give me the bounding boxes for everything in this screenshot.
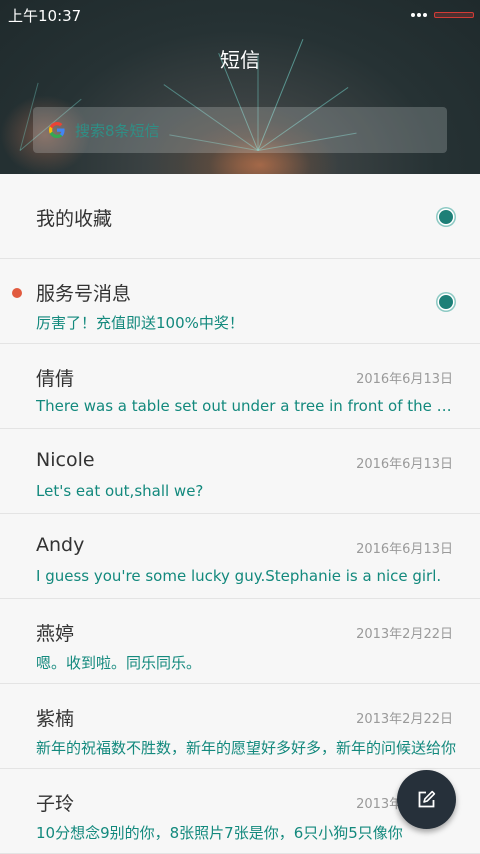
page-title: 短信 — [220, 48, 260, 72]
service-indicator-icon — [439, 295, 453, 309]
conversation-row[interactable]: 燕婷 2013年2月22日 嗯。收到啦。同乐同乐。 — [0, 599, 480, 684]
conversation-row[interactable]: 倩倩 2016年6月13日 There was a table set out … — [0, 344, 480, 429]
status-bar: 上午10:37 — [0, 0, 480, 30]
conversation-name: Nicole — [36, 449, 95, 471]
favorites-row[interactable]: 我的收藏 — [0, 174, 480, 259]
header: 上午10:37 短信 搜索8条短信 — [0, 0, 480, 174]
conversation-preview: 10分想念9别的你，8张照片7张是你，6只小狗5只像你 — [36, 824, 403, 842]
google-g-icon — [49, 122, 65, 138]
conversation-preview: 嗯。收到啦。同乐同乐。 — [36, 654, 202, 672]
favorites-indicator-icon — [439, 210, 453, 224]
conversation-preview: Let's eat out,shall we? — [36, 482, 204, 500]
unread-dot-icon — [12, 288, 22, 298]
compose-icon — [418, 790, 436, 808]
conversation-preview: 厉害了！充值即送100%中奖！ — [36, 314, 244, 332]
conversation-row[interactable]: 紫楠 2013年2月22日 新年的祝福数不胜数，新年的愿望好多好多，新年的问候送… — [0, 684, 480, 769]
conversation-name: 燕婷 — [36, 623, 75, 645]
conversation-date: 2013年2月22日 — [356, 712, 453, 727]
conversation-date: 2016年6月13日 — [356, 457, 453, 472]
conversation-name: 子玲 — [36, 793, 75, 815]
favorites-label: 我的收藏 — [36, 208, 113, 230]
conversation-name: 紫楠 — [36, 708, 75, 730]
conversation-name: 倩倩 — [36, 368, 75, 390]
search-placeholder: 搜索8条短信 — [75, 122, 160, 140]
conversation-list: 我的收藏 服务号消息 厉害了！充值即送100%中奖！ 倩倩 2016年6月13日… — [0, 174, 480, 854]
more-dots-icon — [411, 13, 429, 17]
battery-icon — [434, 12, 474, 18]
conversation-preview: There was a table set out under a tree i… — [36, 397, 456, 415]
conversation-name: Andy — [36, 534, 85, 556]
status-time: 上午10:37 — [8, 7, 82, 25]
conversation-preview: 新年的祝福数不胜数，新年的愿望好多好多，新年的问候送给你 — [36, 739, 456, 757]
search-bar[interactable]: 搜索8条短信 — [33, 107, 447, 153]
conversation-preview: I guess you're some lucky guy.Stephanie … — [36, 567, 442, 585]
conversation-date: 2016年6月13日 — [356, 542, 453, 557]
conversation-date: 2013年2月22日 — [356, 627, 453, 642]
service-messages-row[interactable]: 服务号消息 厉害了！充值即送100%中奖！ — [0, 259, 480, 344]
conversation-row[interactable]: Andy 2016年6月13日 I guess you're some luck… — [0, 514, 480, 599]
conversation-name: 服务号消息 — [36, 283, 132, 305]
conversation-row[interactable]: Nicole 2016年6月13日 Let's eat out,shall we… — [0, 429, 480, 514]
conversation-date: 2016年6月13日 — [356, 372, 453, 387]
compose-button[interactable] — [397, 770, 456, 829]
